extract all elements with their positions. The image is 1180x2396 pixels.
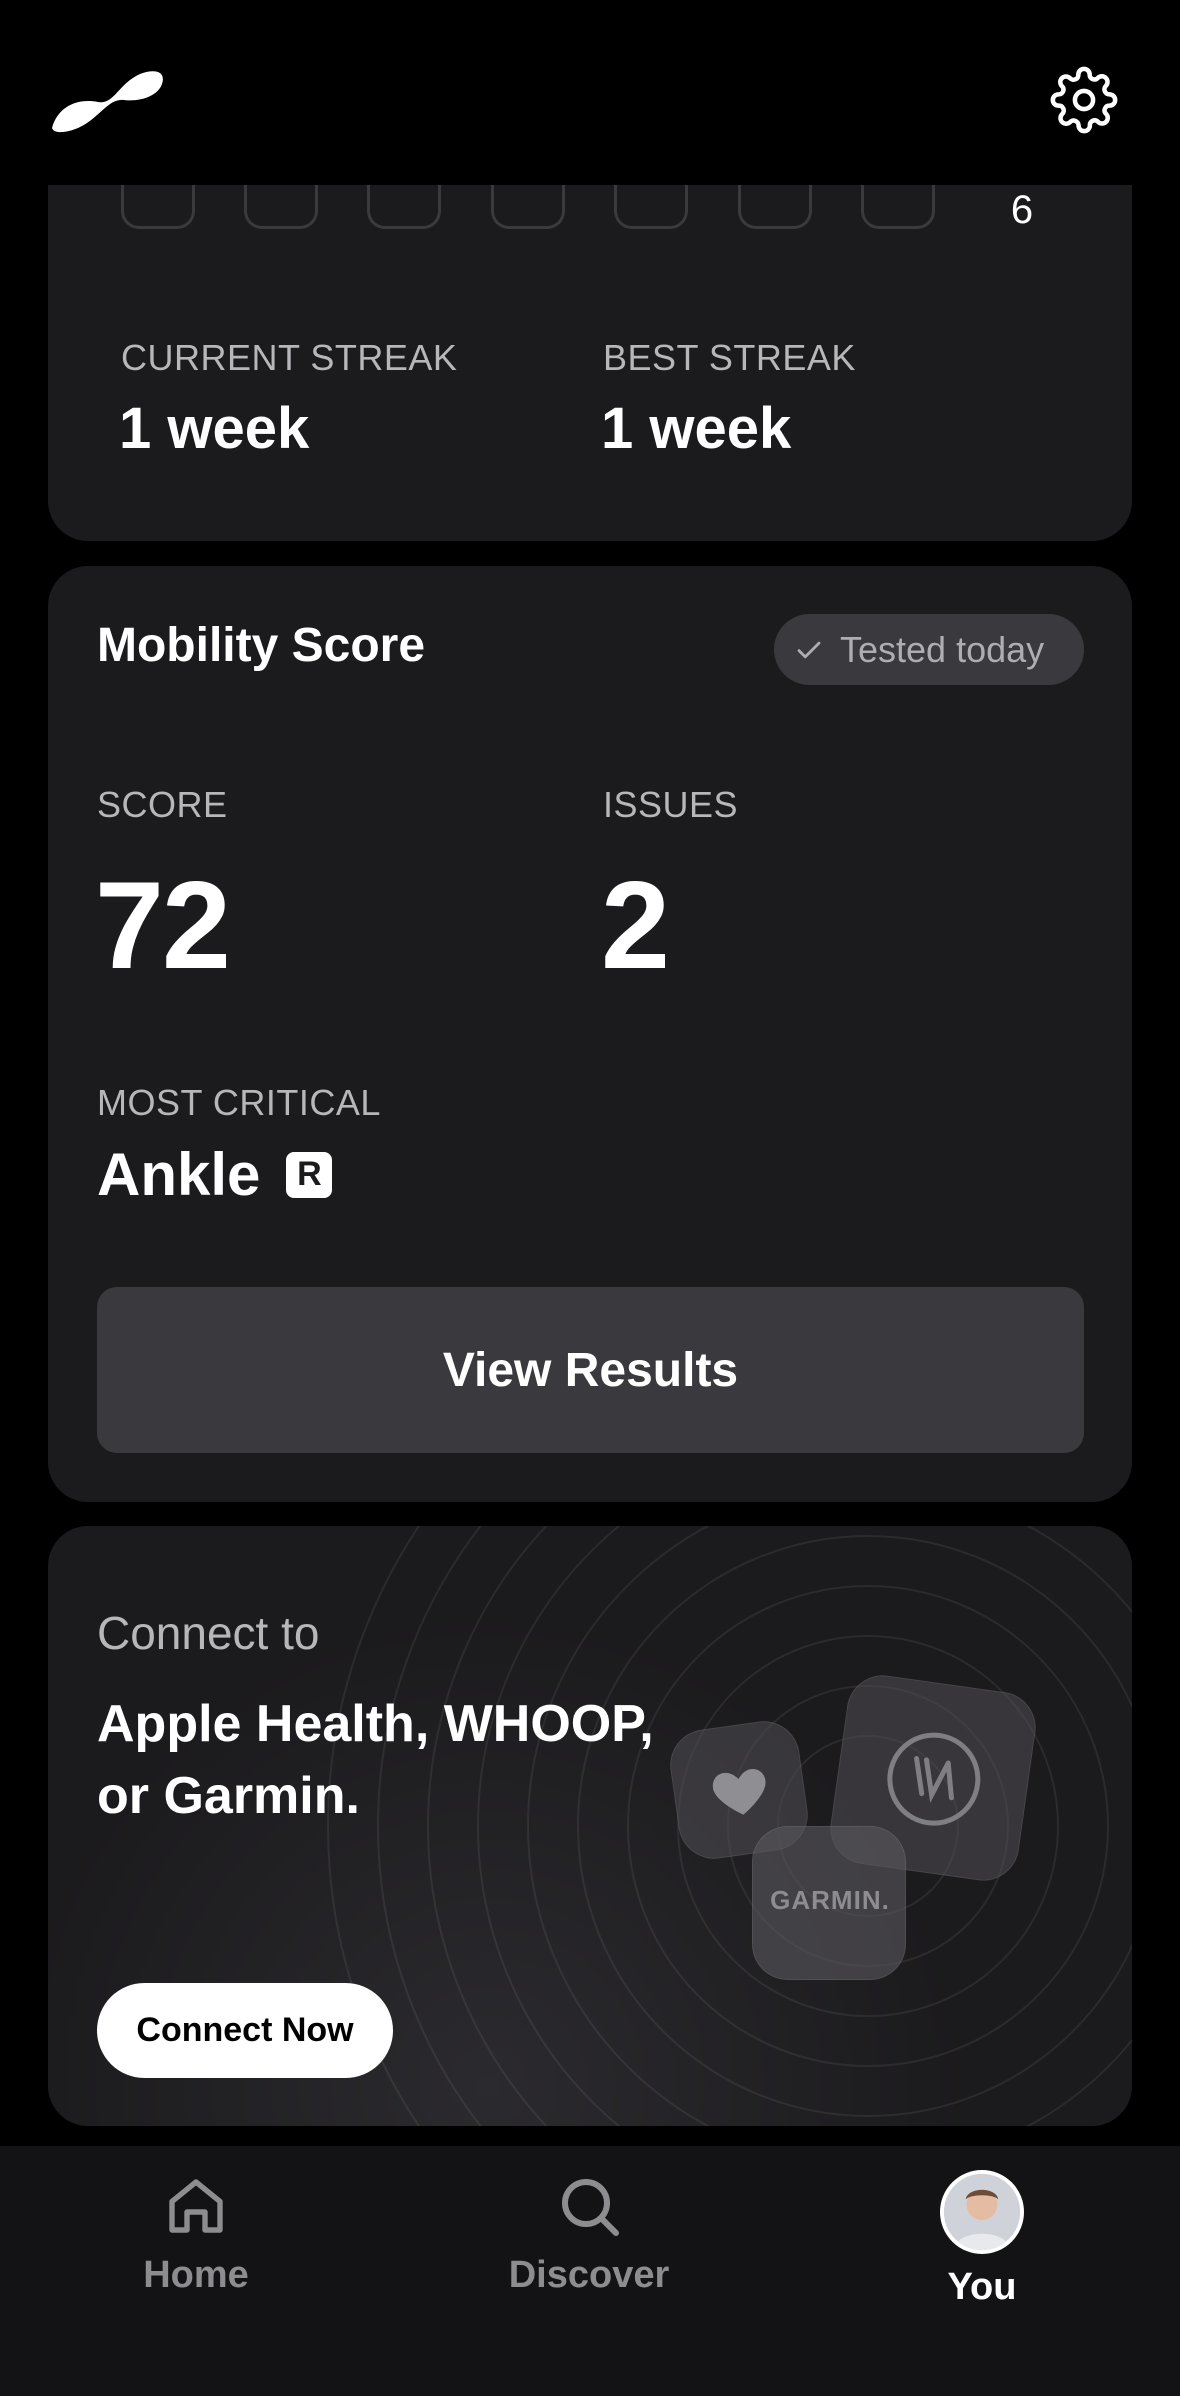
search-icon [562,2179,619,2236]
issues-value: 2 [601,857,670,995]
best-streak-value: 1 week [601,396,792,461]
home-icon [169,2179,223,2233]
mobility-score-title: Mobility Score [97,619,426,672]
connect-subtitle: Connect to [97,1607,320,1659]
nav-item-home[interactable]: Home [76,2170,316,2297]
issues-label: ISSUES [603,784,739,825]
streak-day-box [614,185,688,229]
connect-now-button[interactable]: Connect Now [97,1983,393,2078]
garmin-tile: GARMIN. [752,1826,906,1980]
most-critical-label: MOST CRITICAL [97,1082,381,1123]
check-icon [797,641,821,658]
nav-label-discover: Discover [508,2254,670,2296]
score-label: SCORE [97,784,228,825]
gear-icon[interactable] [1050,66,1118,134]
current-streak-value: 1 week [119,396,310,461]
score-value: 72 [95,857,231,995]
best-streak-label: BEST STREAK [603,337,856,378]
whoop-icon [887,1732,981,1826]
app-header [0,0,1180,185]
brand-logo-icon[interactable] [48,66,166,134]
streak-day-count: 6 [1010,188,1034,232]
nav-label-home: Home [143,2254,249,2296]
garmin-logo-text: GARMIN. [770,1885,890,1915]
streak-day-box [491,185,565,229]
most-critical-value: Ankle [97,1141,261,1208]
most-critical-row: Ankle R [97,1140,333,1209]
nav-item-you[interactable]: You [862,2170,1102,2309]
connect-title: Apple Health, WHOOP, or Garmin. [97,1695,654,1825]
avatar [940,2170,1024,2254]
nav-label-you: You [947,2266,1017,2308]
tested-today-badge: Tested today [774,614,1084,685]
current-streak-label: CURRENT STREAK [121,337,458,378]
user-photo [944,2174,1020,2250]
streak-day-box [861,185,935,229]
streak-day-box [367,185,441,229]
streak-day-box [244,185,318,229]
nav-item-discover[interactable]: Discover [469,2170,709,2297]
heart-icon [712,1769,766,1815]
view-results-button[interactable]: View Results [97,1287,1084,1453]
side-badge: R [286,1151,333,1198]
streak-day-box [121,185,195,229]
streak-day-box [738,185,812,229]
tested-today-text: Tested today [840,628,1045,670]
